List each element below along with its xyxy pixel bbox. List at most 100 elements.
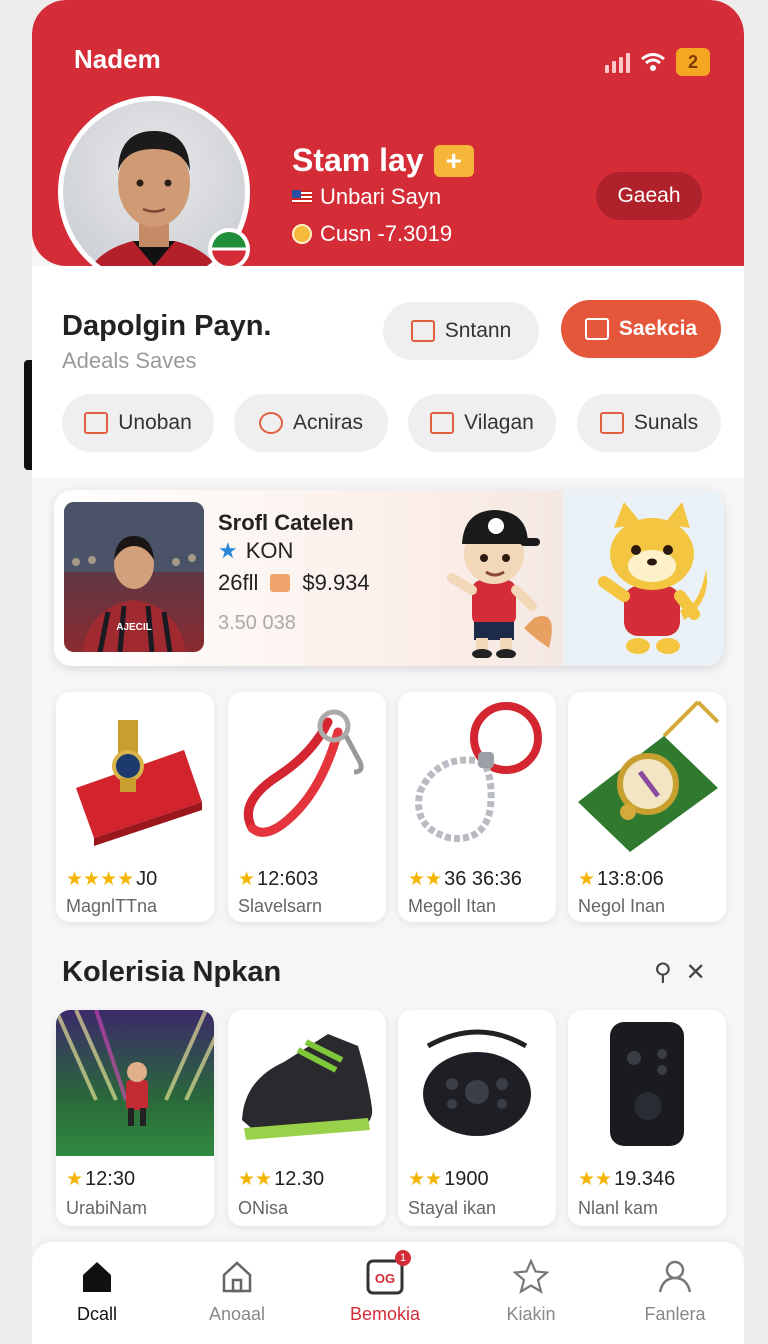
rating-value: 12:603 (257, 868, 319, 890)
profile-header: Nadem 2 Stam lay + Unbari Sayn Cusn -7.3… (32, 0, 744, 288)
banner-player-photo: AJECIL (64, 502, 204, 652)
collection-image (56, 1010, 214, 1156)
sneaker-icon (242, 1034, 373, 1140)
country-flag-badge (208, 228, 250, 270)
star-icon: ★ (578, 869, 596, 890)
close-icon[interactable]: ✕ (686, 958, 706, 987)
mascot-boy-icon (447, 510, 552, 658)
product-image (398, 692, 556, 860)
product-rating: ★ 13:8:06 (578, 868, 664, 891)
wifi-icon (641, 53, 665, 71)
user-title-text: Stam lay (292, 142, 424, 178)
store-button[interactable]: Sntann (383, 302, 539, 360)
product-card[interactable]: ★ 12:603 Slavelsarn (228, 692, 386, 922)
banner-price-row: 26fll $9.934 (218, 570, 370, 596)
collection-image (398, 1010, 556, 1156)
product-image (228, 692, 386, 860)
collection-image (228, 1010, 386, 1156)
store-button-label: Sntann (444, 319, 512, 342)
coin-icon (292, 224, 312, 244)
collection-name: UrabiNam (66, 1198, 148, 1218)
banner-sub: 26fll (218, 570, 259, 595)
category-chip-sunals[interactable]: Sunals (577, 394, 721, 452)
user-title: Stam lay + (292, 142, 474, 179)
primary-action-button[interactable]: Saekcia (561, 300, 721, 358)
nav-item-bemokia[interactable]: OG 1 Bemokia (330, 1250, 440, 1325)
product-rating: ★★★★ J0 (66, 868, 157, 891)
nav-item-fanlera[interactable]: Fanlera (620, 1256, 730, 1325)
banner-tag: ★ KON (218, 538, 293, 564)
bag-icon (584, 318, 609, 340)
category-chip-unoban[interactable]: Unoban (62, 394, 214, 452)
product-image (56, 692, 214, 860)
app-name: Nadem (74, 44, 161, 74)
nav-item-anoaal[interactable]: Anoaal (182, 1256, 292, 1325)
app-screen: Nadem 2 Stam lay + Unbari Sayn Cusn -7.3… (32, 0, 744, 1344)
collection-rating: ★★ 1900 (408, 1168, 489, 1191)
category-chip-vilagan[interactable]: Vilagan (408, 394, 556, 452)
bottom-nav: Dcall Anoaal OG 1 Bemokia Kiakin Fanlera (32, 1242, 744, 1344)
product-card[interactable]: ★★ 36 36:36 Megoll Itan (398, 692, 556, 922)
product-name: MagnlTTna (66, 896, 158, 916)
home-icon (84, 412, 109, 434)
nav-label: Anoaal (208, 1304, 266, 1324)
product-card[interactable]: ★ 13:8:06 Negol Inan (568, 692, 726, 922)
banner-count: 3.50 038 (218, 612, 296, 634)
collection-card[interactable]: ★★ 19.346 Nlanl kam (568, 1010, 726, 1226)
collection-card[interactable]: ★ 12:30 UrabiNam (56, 1010, 214, 1226)
status-bar: 2 (605, 48, 710, 76)
collection-image (568, 1010, 726, 1156)
user-coins: Cusn -7.3019 (292, 221, 452, 247)
svg-text:OG: OG (375, 1271, 395, 1286)
side-edge-bar (24, 360, 32, 470)
stadium-player-icon (56, 1010, 214, 1126)
og-icon: OG 1 (365, 1250, 411, 1296)
rating-value: 1900 (444, 1168, 489, 1190)
house-outline-icon (217, 1256, 257, 1296)
search-icon[interactable]: ⚲ (654, 958, 672, 987)
nav-label: Fanlera (644, 1304, 706, 1324)
product-image (568, 692, 726, 860)
star-icon (511, 1256, 551, 1296)
collection-card[interactable]: ★★ 12.30 ONisa (228, 1010, 386, 1226)
rating-value: 36 36:36 (444, 868, 522, 890)
banner-price: $9.934 (302, 570, 370, 595)
star-icon: ★★ (578, 1169, 613, 1190)
home-icon (77, 1256, 117, 1296)
user-country: Unbari Sayn (292, 184, 441, 210)
collection-rating: ★ 12:30 (66, 1168, 135, 1191)
header-action-button[interactable]: Gaeah (596, 172, 702, 220)
star-icon: ★★★★ (66, 869, 135, 890)
image-icon (270, 574, 291, 592)
mascot-dog-icon (598, 502, 708, 654)
collection-card[interactable]: ★★ 1900 Stayal ikan (398, 1010, 556, 1226)
star-icon: ★★ (408, 1169, 443, 1190)
collection-rating: ★★ 12.30 (238, 1168, 324, 1191)
profile-icon (655, 1256, 695, 1296)
nav-item-home[interactable]: Dcall (42, 1256, 152, 1325)
category-label: Acniras (292, 411, 364, 434)
nav-label: Bemokia (349, 1304, 421, 1324)
medal-display-icon (578, 700, 720, 852)
banner-tag-text: KON (245, 538, 294, 563)
star-icon: ★★ (408, 869, 443, 890)
nav-item-kiakin[interactable]: Kiakin (476, 1256, 586, 1325)
svg-text:AJECIL: AJECIL (116, 622, 152, 633)
notification-badge[interactable]: 2 (676, 48, 710, 76)
rating-value: 19.346 (614, 1168, 676, 1190)
plus-icon[interactable]: + (433, 144, 474, 177)
user-coins-text: Cusn -7.3019 (320, 221, 453, 246)
product-rating: ★★ 36 36:36 (408, 868, 522, 891)
trophy-box-icon (76, 720, 202, 846)
banner-title: Srofl Catelen (218, 510, 354, 535)
ball-icon (258, 412, 283, 434)
product-rating: ★ 12:603 (238, 868, 318, 891)
section-actions: ⚲ ✕ (654, 958, 706, 987)
category-chip-acniras[interactable]: Acniras (234, 394, 388, 452)
nav-label: Dcall (76, 1304, 117, 1324)
product-card[interactable]: ★★★★ J0 MagnlTTna (56, 692, 214, 922)
promo-banner[interactable]: AJECIL Srofl Catelen ★ KON 26fll $9.934 … (54, 490, 724, 666)
rating-value: 12.30 (274, 1168, 325, 1190)
collection-name: Stayal ikan (408, 1198, 497, 1218)
nav-badge: 1 (395, 1250, 411, 1266)
